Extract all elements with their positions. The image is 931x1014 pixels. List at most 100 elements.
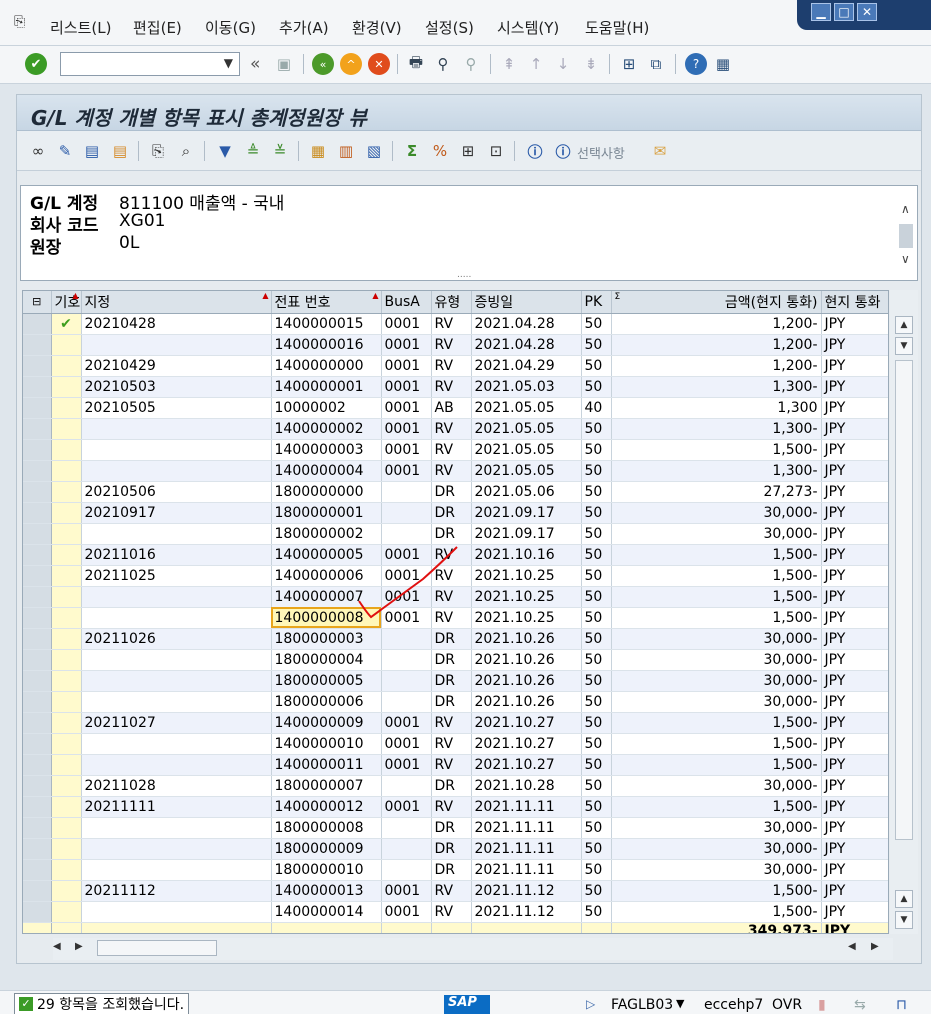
document-number-cell[interactable]: 1400000013 bbox=[271, 880, 382, 902]
currency-cell[interactable]: JPY bbox=[821, 901, 888, 923]
column-header-document-date[interactable]: 증빙일 bbox=[471, 291, 582, 314]
table-row[interactable]: 1800000008 DR 2021.11.11 50 30,000- JPY bbox=[23, 817, 888, 839]
type-cell[interactable]: RV bbox=[431, 418, 472, 440]
scroll-down-icon[interactable]: ▼ bbox=[895, 337, 913, 355]
document-date-cell[interactable]: 2021.10.26 bbox=[471, 649, 582, 671]
assignment-cell[interactable] bbox=[81, 733, 272, 755]
document-number-cell[interactable]: 1400000001 bbox=[271, 376, 382, 398]
business-area-cell[interactable]: 0001 bbox=[381, 901, 432, 923]
amount-cell[interactable]: 30,000- bbox=[611, 628, 822, 650]
document-date-cell[interactable]: 2021.05.06 bbox=[471, 481, 582, 503]
new-session-icon[interactable]: ⊞ bbox=[618, 53, 640, 75]
cancel-icon[interactable]: ✕ bbox=[368, 53, 390, 75]
splitter-handle[interactable]: ..... bbox=[457, 270, 471, 280]
scroll-right-icon[interactable]: ▶ bbox=[75, 941, 83, 952]
row-selector[interactable] bbox=[23, 439, 52, 461]
posting-key-cell[interactable]: 50 bbox=[581, 565, 612, 587]
business-area-cell[interactable]: 0001 bbox=[381, 796, 432, 818]
assignment-cell[interactable] bbox=[81, 460, 272, 482]
posting-key-cell[interactable]: 40 bbox=[581, 397, 612, 419]
business-area-cell[interactable] bbox=[381, 817, 432, 839]
subtotal-icon[interactable]: % bbox=[429, 140, 451, 162]
posting-key-cell[interactable]: 50 bbox=[581, 670, 612, 692]
scroll-down-icon[interactable]: ▼ bbox=[895, 911, 913, 929]
document-number-cell[interactable]: 1800000008 bbox=[271, 817, 382, 839]
document-number-cell[interactable]: 1800000007 bbox=[271, 775, 382, 797]
table-row[interactable]: ✔ 20210428 1400000015 0001 RV 2021.04.28 50 1,2… bbox=[23, 313, 888, 335]
currency-cell[interactable]: JPY bbox=[821, 523, 888, 545]
posting-key-cell[interactable]: 50 bbox=[581, 733, 612, 755]
table-row[interactable]: 1400000016 0001 RV 2021.04.28 50 1,200- JPY bbox=[23, 334, 888, 356]
scroll-track[interactable] bbox=[895, 360, 913, 840]
assignment-cell[interactable]: 20211112 bbox=[81, 880, 272, 902]
currency-cell[interactable]: JPY bbox=[821, 649, 888, 671]
choose-icon[interactable]: ⊡ bbox=[485, 140, 507, 162]
document-date-cell[interactable]: 2021.10.25 bbox=[471, 586, 582, 608]
assignment-cell[interactable] bbox=[81, 523, 272, 545]
business-area-cell[interactable]: 0001 bbox=[381, 439, 432, 461]
first-page-icon[interactable]: ⇞ bbox=[498, 53, 520, 75]
find-icon[interactable]: ⚲ bbox=[432, 53, 454, 75]
currency-cell[interactable]: JPY bbox=[821, 460, 888, 482]
document-number-cell[interactable]: 1800000006 bbox=[271, 691, 382, 713]
posting-key-cell[interactable]: 50 bbox=[581, 523, 612, 545]
header-scrollbar[interactable]: ∧ ∨ bbox=[899, 190, 915, 276]
document-number-cell[interactable]: 1800000005 bbox=[271, 670, 382, 692]
posting-key-cell[interactable]: 50 bbox=[581, 691, 612, 713]
document-date-cell[interactable]: 2021.04.28 bbox=[471, 313, 582, 335]
column-header-document-number[interactable]: 전표 번호 ▲ bbox=[271, 291, 382, 314]
business-area-cell[interactable]: 0001 bbox=[381, 355, 432, 377]
row-selector[interactable] bbox=[23, 712, 52, 734]
posting-key-cell[interactable]: 50 bbox=[581, 355, 612, 377]
amount-cell[interactable]: 27,273- bbox=[611, 481, 822, 503]
table-row[interactable]: 1400000010 0001 RV 2021.10.27 50 1,500- JPY bbox=[23, 733, 888, 755]
table-row[interactable]: 20211026 1800000003 DR 2021.10.26 50 30,000- J… bbox=[23, 628, 888, 650]
menu-list[interactable]: 리스트(L) bbox=[50, 17, 111, 38]
row-selector[interactable] bbox=[23, 460, 52, 482]
close-icon[interactable]: ✕ bbox=[857, 3, 877, 21]
transaction-code[interactable]: FAGLB03 bbox=[611, 997, 673, 1013]
type-cell[interactable]: RV bbox=[431, 901, 472, 923]
document-date-cell[interactable]: 2021.11.12 bbox=[471, 880, 582, 902]
scroll-left-icon[interactable]: ◀ bbox=[848, 941, 856, 952]
document-date-cell[interactable]: 2021.05.03 bbox=[471, 376, 582, 398]
amount-cell[interactable]: 1,200- bbox=[611, 334, 822, 356]
amount-cell[interactable]: 30,000- bbox=[611, 502, 822, 524]
document-date-cell[interactable]: 2021.10.27 bbox=[471, 754, 582, 776]
menu-extras[interactable]: 추가(A) bbox=[279, 17, 329, 38]
document-date-cell[interactable]: 2021.10.16 bbox=[471, 544, 582, 566]
exit-icon[interactable]: ^ bbox=[340, 53, 362, 75]
business-area-cell[interactable] bbox=[381, 481, 432, 503]
assignment-cell[interactable] bbox=[81, 859, 272, 881]
assignment-cell[interactable] bbox=[81, 439, 272, 461]
table-row[interactable]: 1800000009 DR 2021.11.11 50 30,000- JPY bbox=[23, 838, 888, 860]
assignment-cell[interactable]: 20210429 bbox=[81, 355, 272, 377]
business-area-cell[interactable] bbox=[381, 628, 432, 650]
document-date-cell[interactable]: 2021.11.11 bbox=[471, 838, 582, 860]
currency-cell[interactable]: JPY bbox=[821, 313, 888, 335]
document-date-cell[interactable]: 2021.10.26 bbox=[471, 670, 582, 692]
grid-horizontal-scrollbar[interactable]: ◀ ▶ ◀ ▶ bbox=[53, 938, 893, 960]
currency-cell[interactable]: JPY bbox=[821, 586, 888, 608]
row-selector[interactable] bbox=[23, 397, 52, 419]
row-selector[interactable] bbox=[23, 334, 52, 356]
row-selector[interactable] bbox=[23, 418, 52, 440]
grid-layout-icon[interactable]: ▦ bbox=[307, 140, 329, 162]
enter-icon[interactable]: ✔ bbox=[25, 53, 47, 75]
document-number-cell[interactable]: 1400000015 bbox=[271, 313, 382, 335]
amount-cell[interactable]: 30,000- bbox=[611, 691, 822, 713]
assignment-cell[interactable]: 20210505 bbox=[81, 397, 272, 419]
dropdown-icon[interactable]: ▼ bbox=[676, 997, 684, 1010]
row-selector[interactable] bbox=[23, 838, 52, 860]
amount-cell[interactable]: 1,500- bbox=[611, 901, 822, 923]
column-header-symbol[interactable]: 기호 ▲ bbox=[51, 291, 82, 314]
amount-cell[interactable]: 1,500- bbox=[611, 565, 822, 587]
table-row[interactable]: 20210503 1400000001 0001 RV 2021.05.03 50 1,30… bbox=[23, 376, 888, 398]
assignment-cell[interactable] bbox=[81, 901, 272, 923]
document-date-cell[interactable]: 2021.10.26 bbox=[471, 691, 582, 713]
assignment-cell[interactable]: 20211111 bbox=[81, 796, 272, 818]
document-number-cell[interactable]: 1400000011 bbox=[271, 754, 382, 776]
selection-label[interactable]: 선택사항 bbox=[577, 143, 625, 162]
scroll-thumb[interactable] bbox=[899, 224, 913, 248]
document-icon[interactable]: ▤ bbox=[109, 140, 131, 162]
